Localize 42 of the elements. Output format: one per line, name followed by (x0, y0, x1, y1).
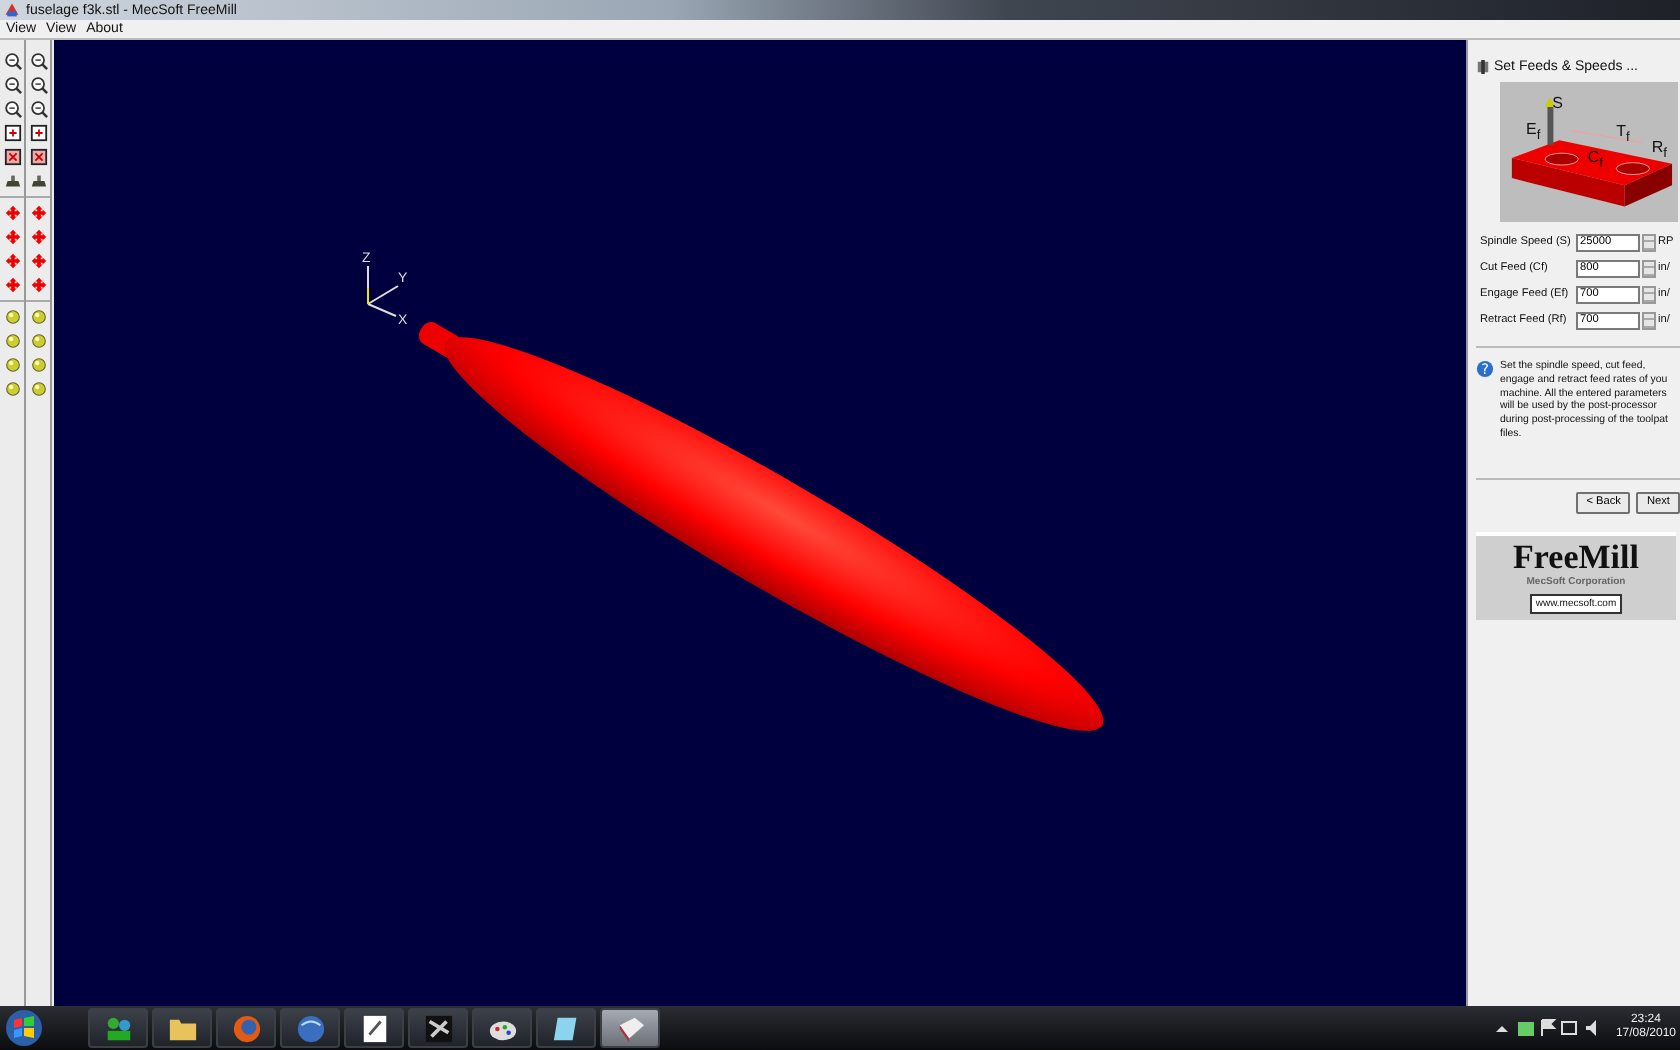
axis-triad (367, 265, 399, 317)
arrows-icon[interactable] (3, 252, 21, 270)
tray-arrow-icon[interactable] (1495, 1025, 1508, 1031)
frame-icon[interactable] (3, 148, 21, 166)
magnifier-icon[interactable] (29, 100, 47, 118)
eraser-icon (615, 1013, 645, 1043)
frame-icon[interactable] (29, 124, 47, 142)
diagram-label: T$_{f}$ (1616, 124, 1630, 147)
taskbar-button[interactable] (600, 1008, 660, 1048)
magnifier-icon[interactable] (3, 100, 21, 118)
arrows-icon[interactable] (29, 204, 47, 222)
frame-icon[interactable] (29, 148, 47, 166)
app-icon (4, 2, 20, 18)
taskbar-button[interactable] (152, 1008, 212, 1048)
sphere-icon (295, 1013, 325, 1043)
magnifier-icon[interactable] (29, 76, 47, 94)
diagram-label: C$_{f}$ (1587, 149, 1604, 172)
help-icon: ? (1476, 360, 1494, 378)
start-orb-icon[interactable] (4, 1008, 44, 1048)
magnifier-icon[interactable] (29, 52, 47, 70)
arrows-icon[interactable] (3, 276, 21, 294)
taskbar-button[interactable] (408, 1008, 468, 1048)
magnifier-icon[interactable] (3, 52, 21, 70)
people-icon (103, 1013, 133, 1043)
taskbar-button[interactable] (536, 1008, 596, 1048)
diagram-label: E$_{f}$ (1526, 121, 1541, 144)
taskbar-button[interactable] (344, 1008, 404, 1048)
solid-icon[interactable] (3, 172, 21, 190)
note-icon (359, 1013, 389, 1043)
arrows-icon[interactable] (3, 204, 21, 222)
diagram-label: S (1552, 96, 1563, 112)
solid-icon[interactable] (29, 172, 47, 190)
notebook-icon (551, 1013, 581, 1043)
arrows-icon[interactable] (3, 228, 21, 246)
frame-icon[interactable] (3, 124, 21, 142)
diagram-label: R$_{f}$ (1651, 140, 1668, 164)
arrows-icon[interactable] (29, 228, 47, 246)
arrows-icon[interactable] (29, 252, 47, 270)
arrows-icon[interactable] (29, 276, 47, 294)
taskbar-button[interactable] (472, 1008, 532, 1048)
magnifier-icon[interactable] (3, 76, 21, 94)
logo-text: FreeMill (1513, 539, 1639, 576)
